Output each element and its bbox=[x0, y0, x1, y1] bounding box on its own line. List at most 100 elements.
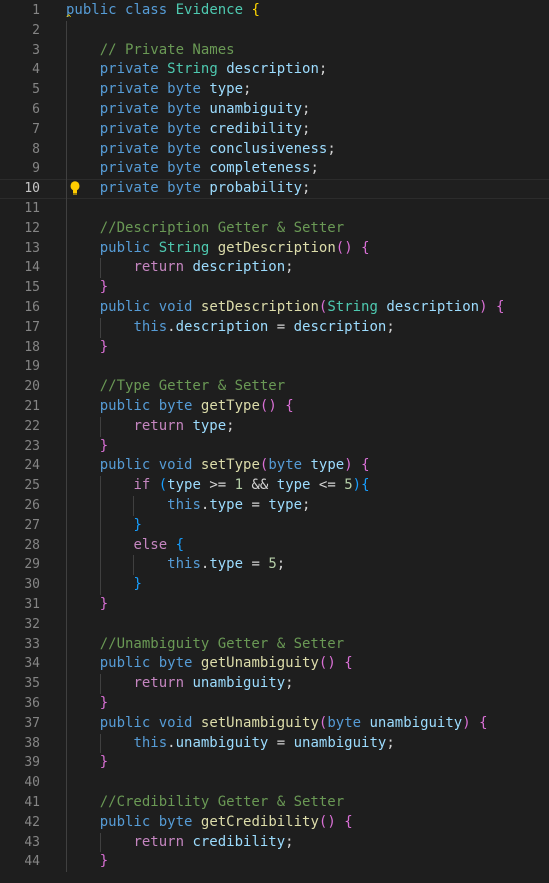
code-editor[interactable]: 1 public class Evidence {^ 2 3 // Private N… bbox=[0, 0, 549, 883]
code-token: public bbox=[99, 457, 151, 474]
code-line[interactable]: 5 private byte type; bbox=[0, 80, 549, 100]
code-token: if bbox=[133, 477, 151, 494]
code-line[interactable]: 2 bbox=[0, 20, 549, 41]
code-line[interactable]: 8 private byte conclusiveness; bbox=[0, 139, 549, 160]
indent-guide bbox=[66, 357, 67, 378]
code-token: description bbox=[192, 259, 286, 276]
code-token: { bbox=[344, 813, 353, 830]
code-token: () bbox=[259, 398, 277, 414]
code-line[interactable]: 26 this.type = type; bbox=[0, 496, 549, 516]
code-line[interactable]: 42 public byte getCredibility() { bbox=[0, 812, 549, 833]
code-token: private bbox=[99, 61, 159, 78]
line-number: 41 bbox=[24, 795, 40, 810]
code-token: } bbox=[133, 576, 142, 593]
code-token: void bbox=[158, 714, 193, 731]
code-token: type bbox=[276, 477, 311, 494]
code-text: } bbox=[66, 595, 108, 615]
line-number: 35 bbox=[24, 676, 40, 692]
code-line[interactable]: 40 bbox=[0, 773, 549, 793]
code-text: this.description = description; bbox=[66, 318, 394, 338]
code-line[interactable]: 22 return type; bbox=[0, 416, 549, 437]
code-token: { bbox=[361, 239, 370, 256]
code-line[interactable]: 13 public String getDescription() { bbox=[0, 238, 549, 259]
code-line[interactable]: 15 } bbox=[0, 278, 549, 298]
code-line[interactable]: 12 //Description Getter & Setter bbox=[0, 218, 549, 239]
code-text: return description; bbox=[66, 258, 293, 278]
code-token: { bbox=[175, 536, 185, 553]
code-token: return bbox=[133, 417, 185, 434]
code-line[interactable]: 29 this.type = 5; bbox=[0, 555, 549, 576]
code-line[interactable]: 3 // Private Names bbox=[0, 40, 549, 61]
line-number: 20 bbox=[24, 379, 40, 395]
code-token: = bbox=[243, 497, 269, 513]
code-line[interactable]: 38 this.unambiguity = unambiguity; bbox=[0, 733, 549, 754]
code-line[interactable]: 24 public void setType(byte type) { bbox=[0, 456, 549, 477]
code-line[interactable]: 39 } bbox=[0, 753, 549, 774]
code-text: //Unambiguity Getter & Setter bbox=[66, 635, 344, 655]
code-text: public byte getUnambiguity() { bbox=[66, 654, 353, 674]
code-line[interactable]: 9 private byte completeness; bbox=[0, 159, 549, 180]
code-line[interactable]: 25 if (type >= 1 && type <= 5){ bbox=[0, 476, 549, 496]
code-line[interactable]: 7 private byte credibility; bbox=[0, 119, 549, 140]
code-line[interactable]: 41 //Credibility Getter & Setter bbox=[0, 793, 549, 813]
code-line[interactable]: 34 public byte getUnambiguity() { bbox=[0, 654, 549, 675]
code-line[interactable]: 21 public byte getType() { bbox=[0, 397, 549, 417]
code-line[interactable]: 23 } bbox=[0, 436, 549, 457]
code-line[interactable]: 28 else { bbox=[0, 535, 549, 556]
lightbulb-icon[interactable] bbox=[70, 181, 80, 196]
line-number: 10 bbox=[24, 181, 40, 197]
code-text: } bbox=[66, 338, 108, 358]
code-token: () bbox=[318, 655, 336, 672]
line-number: 13 bbox=[24, 240, 40, 256]
code-line[interactable]: 18 } bbox=[0, 337, 549, 358]
code-line[interactable]: 19 bbox=[0, 357, 549, 378]
line-number: 29 bbox=[24, 557, 40, 573]
code-text: return unambiguity; bbox=[66, 674, 293, 694]
code-line[interactable]: 32 bbox=[0, 614, 549, 635]
code-token: ; bbox=[386, 734, 395, 751]
code-line[interactable]: 35 return unambiguity; bbox=[0, 674, 549, 694]
code-text: private byte credibility; bbox=[66, 120, 311, 140]
code-token: ; bbox=[318, 61, 328, 78]
code-line[interactable]: 37 public void setUnambiguity(byte unamb… bbox=[0, 713, 549, 734]
code-line[interactable]: 33 //Unambiguity Getter & Setter bbox=[0, 634, 549, 655]
code-line[interactable]: 14 return description; bbox=[0, 258, 549, 279]
code-line[interactable]: 17 this.description = description; bbox=[0, 317, 549, 338]
code-line[interactable]: 10 private byte probability; bbox=[0, 179, 549, 199]
code-line[interactable]: 20 //Type Getter & Setter bbox=[0, 377, 549, 397]
code-line[interactable]: 11 bbox=[0, 199, 549, 219]
code-line[interactable]: 31 } bbox=[0, 595, 549, 615]
code-token: 1 bbox=[234, 477, 244, 494]
line-number: 5 bbox=[32, 82, 40, 98]
code-token: () bbox=[335, 239, 353, 256]
code-line[interactable]: 44 } bbox=[0, 852, 549, 873]
code-line[interactable]: 4 private String description; bbox=[0, 60, 549, 81]
code-line[interactable]: 36 } bbox=[0, 694, 549, 714]
code-token: 5 bbox=[344, 477, 353, 494]
code-text: } bbox=[66, 437, 108, 457]
code-text: this.type = 5; bbox=[66, 555, 285, 575]
code-token: type bbox=[268, 497, 303, 513]
code-token: >= bbox=[200, 477, 235, 494]
code-line[interactable]: 6 private byte unambiguity; bbox=[0, 100, 549, 120]
code-line[interactable]: 16 public void setDescription(String des… bbox=[0, 298, 549, 318]
code-token: byte bbox=[167, 120, 201, 137]
code-token: public bbox=[99, 398, 151, 414]
code-line[interactable]: 27 } bbox=[0, 515, 549, 536]
line-number: 11 bbox=[24, 201, 40, 216]
code-token: private bbox=[99, 160, 159, 177]
code-line[interactable]: 1 public class Evidence {^ bbox=[0, 1, 549, 24]
code-line[interactable]: 43 return credibility; bbox=[0, 832, 549, 853]
code-token: //Description Getter & Setter bbox=[99, 219, 345, 236]
line-number: 37 bbox=[24, 715, 40, 731]
code-line[interactable]: 30 } bbox=[0, 575, 549, 595]
